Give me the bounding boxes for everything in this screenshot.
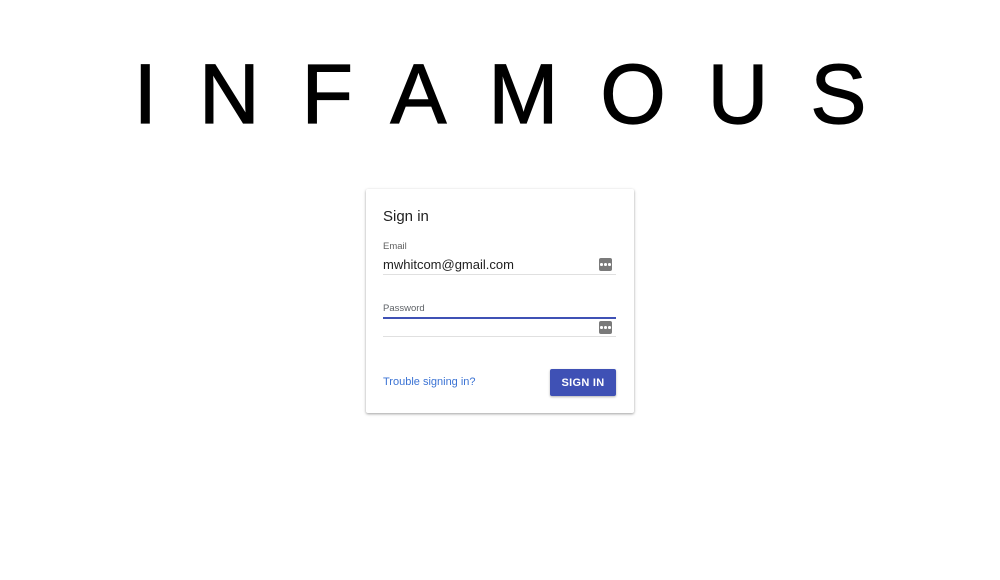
signin-card: Sign in Email Password Trouble signing i… bbox=[366, 189, 634, 413]
password-manager-key-icon[interactable] bbox=[599, 321, 612, 334]
password-input[interactable] bbox=[383, 318, 593, 335]
sign-in-button[interactable]: SIGN IN bbox=[550, 369, 616, 396]
trouble-signing-in-link[interactable]: Trouble signing in? bbox=[383, 376, 476, 388]
email-label: Email bbox=[383, 241, 407, 252]
password-manager-key-icon[interactable] bbox=[599, 258, 612, 271]
brand-logo-wordmark: INFAMOUS bbox=[133, 47, 909, 141]
email-field: Email bbox=[383, 241, 616, 275]
login-page: INFAMOUS Sign in Email Password Trouble … bbox=[0, 0, 1000, 580]
password-underline bbox=[383, 336, 616, 337]
password-field: Password bbox=[383, 303, 616, 337]
signin-title: Sign in bbox=[383, 208, 429, 225]
password-label: Password bbox=[383, 303, 425, 314]
email-input[interactable] bbox=[383, 256, 593, 273]
email-underline bbox=[383, 274, 616, 275]
